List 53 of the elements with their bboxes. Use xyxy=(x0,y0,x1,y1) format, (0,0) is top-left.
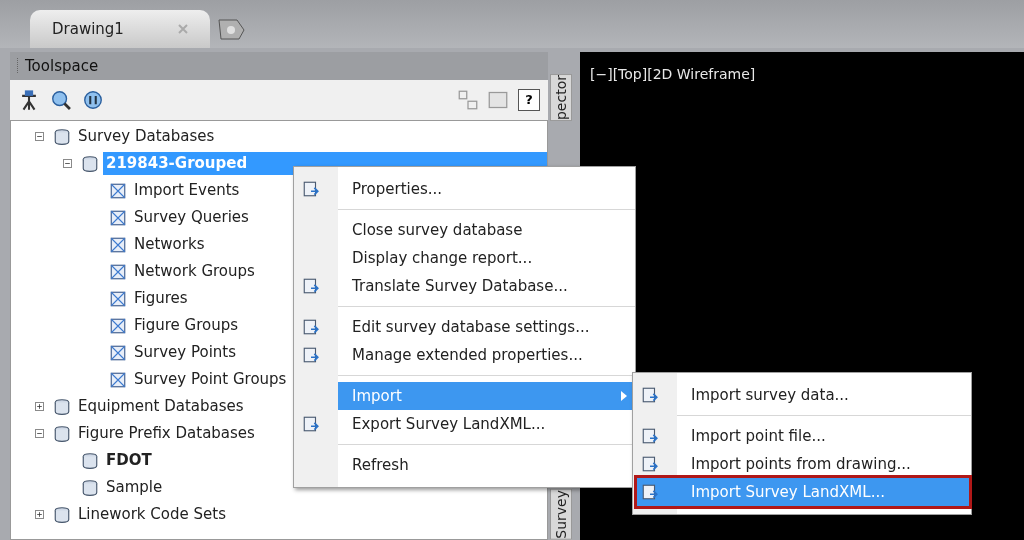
menu-item[interactable]: Properties... xyxy=(338,175,633,203)
node-icon xyxy=(109,316,127,335)
expander-icon[interactable] xyxy=(35,429,44,438)
database-icon xyxy=(53,127,71,146)
tree-item[interactable]: Survey Databases xyxy=(75,125,547,148)
menu-item-icon xyxy=(641,386,659,404)
side-tab[interactable]: Survey xyxy=(550,489,572,540)
expander-icon[interactable] xyxy=(63,159,72,168)
expander-icon[interactable] xyxy=(35,402,44,411)
document-tab[interactable]: Drawing1 xyxy=(30,10,210,48)
node-icon xyxy=(109,370,127,389)
menu-item[interactable]: Import survey data... xyxy=(677,381,969,409)
new-tab-icon[interactable] xyxy=(216,18,246,40)
panel-title: Toolspace xyxy=(25,55,99,77)
search-icon xyxy=(50,89,72,111)
node-icon xyxy=(109,262,127,281)
menu-item[interactable]: Display change report... xyxy=(338,244,633,272)
node-icon xyxy=(109,235,127,254)
database-icon xyxy=(81,451,99,470)
menu-item[interactable]: Manage extended properties... xyxy=(338,341,633,369)
menu-item[interactable]: Refresh xyxy=(338,451,633,479)
panel-icon xyxy=(488,90,508,110)
layout-icon xyxy=(458,90,478,110)
help-button[interactable]: ? xyxy=(518,89,540,111)
node-icon xyxy=(109,289,127,308)
menu-item-icon xyxy=(302,415,320,433)
expander-icon[interactable] xyxy=(35,132,44,141)
menu-item[interactable]: Import points from drawing... xyxy=(677,450,969,478)
menu-item[interactable]: Edit survey database settings... xyxy=(338,313,633,341)
database-icon xyxy=(53,424,71,443)
menu-item[interactable]: Import point file... xyxy=(677,422,969,450)
tree-item[interactable]: Linework Code Sets xyxy=(75,503,547,526)
database-icon xyxy=(81,478,99,497)
menu-item-icon xyxy=(302,346,320,364)
expander-icon[interactable] xyxy=(35,510,44,519)
menu-item[interactable]: Close survey database xyxy=(338,216,633,244)
node-icon xyxy=(109,181,127,200)
menu-item-icon xyxy=(641,427,659,445)
database-icon xyxy=(53,397,71,416)
menu-item-icon xyxy=(302,277,320,295)
node-icon xyxy=(109,208,127,227)
menu-item-icon xyxy=(641,455,659,473)
viewport-label: [−][Top][2D Wireframe] xyxy=(590,66,756,82)
side-tab[interactable]: pector xyxy=(550,74,572,121)
grip-icon xyxy=(16,58,19,74)
node-icon xyxy=(109,343,127,362)
submenu-arrow-icon xyxy=(621,391,627,401)
database-icon xyxy=(53,505,71,524)
menu-item-icon xyxy=(302,180,320,198)
menu-item[interactable]: Export Survey LandXML... xyxy=(338,410,633,438)
menu-item[interactable]: Translate Survey Database... xyxy=(338,272,633,300)
menu-item-icon xyxy=(302,318,320,336)
database-icon xyxy=(81,154,99,173)
